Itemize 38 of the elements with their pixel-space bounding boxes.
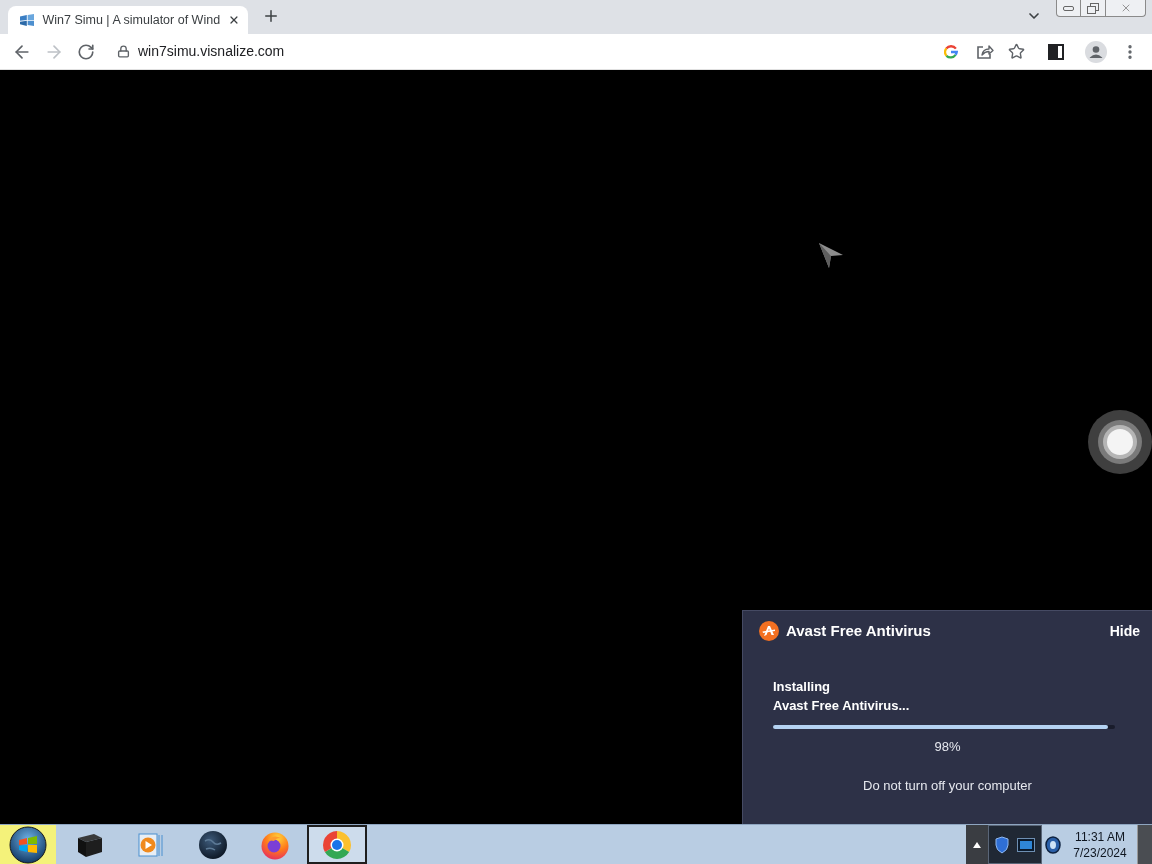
window-favicon-icon <box>20 13 35 27</box>
warning-text: Do not turn off your computer <box>863 778 1032 794</box>
clock-time: 11:31 AM <box>1075 828 1125 845</box>
clock-date: 7/23/2024 <box>1073 844 1127 861</box>
show-desktop-button[interactable] <box>1137 825 1152 864</box>
minimize-icon <box>1063 5 1074 11</box>
minimize-button[interactable] <box>1056 0 1081 17</box>
disc-icon[interactable] <box>1045 835 1061 854</box>
new-tab-icon[interactable] <box>262 7 280 25</box>
monitor-icon[interactable] <box>1017 837 1035 852</box>
reload-button[interactable] <box>77 42 95 61</box>
g-logo-icon[interactable] <box>944 44 958 59</box>
ring-icon[interactable] <box>1088 410 1152 474</box>
bookmark-star-icon[interactable] <box>1008 43 1025 60</box>
play-icon <box>138 831 164 858</box>
logo-icon <box>759 621 779 641</box>
shield-icon[interactable] <box>995 835 1009 854</box>
taskbar-button[interactable] <box>307 825 367 864</box>
tab-title: Win7 Simu | A simulator of Wind <box>42 11 221 29</box>
progress-percent: 98% <box>934 739 961 755</box>
profile-icon[interactable] <box>1085 40 1107 63</box>
show-hidden-icons-button[interactable] <box>966 825 988 864</box>
popup-title: Avast Free Antivirus <box>786 620 931 641</box>
cursor-arrow-icon <box>818 242 844 269</box>
windows-orb-icon <box>9 825 47 864</box>
side-panel-icon[interactable] <box>1048 43 1064 60</box>
hide-button[interactable]: Hide <box>1109 620 1140 642</box>
chrome-icon <box>322 829 352 860</box>
lock-icon <box>117 45 130 58</box>
start-button[interactable] <box>0 825 56 864</box>
status-text: Installing Avast Free Antivirus... <box>773 678 911 715</box>
share-icon[interactable] <box>976 43 994 60</box>
globe-icon <box>198 829 228 860</box>
arrow-up-icon <box>973 841 981 848</box>
restore-button[interactable] <box>1081 0 1106 17</box>
browser-tab[interactable]: Win7 Simu | A simulator of Wind <box>8 6 248 34</box>
close-button[interactable] <box>1106 0 1146 17</box>
restore-icon <box>1087 2 1099 14</box>
